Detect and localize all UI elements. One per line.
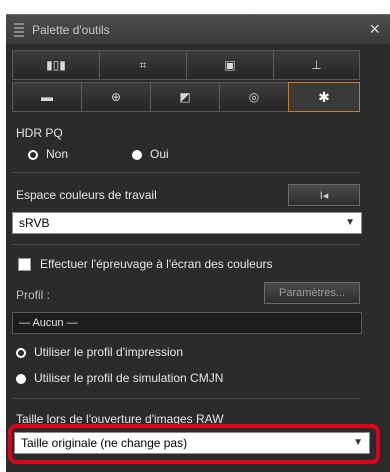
- divider: [12, 172, 360, 173]
- settings-button-label: Paramètres...: [278, 287, 346, 299]
- scrollbar[interactable]: [374, 44, 390, 472]
- reset-arrow-icon: I◂: [319, 189, 329, 202]
- workspace-label: Espace couleurs de travail: [16, 188, 157, 202]
- color-icon: ◎: [248, 90, 260, 104]
- tab-adjust[interactable]: ◩: [150, 82, 219, 112]
- tone-curve-icon: ▮▯▮: [46, 58, 66, 72]
- proof-option-cmyk-label: Utiliser le profil de simulation CMJN: [34, 371, 224, 385]
- proof-option-print[interactable]: Utiliser le profil d'impression: [16, 345, 183, 359]
- tool-tabs-row1: ▮▯▮ ⌗ ▣ ⊥: [12, 50, 360, 80]
- zoom-detail-icon: ⊕: [110, 90, 122, 104]
- settings-button[interactable]: Paramètres...: [264, 282, 360, 304]
- palette-panel: ▮▯▮ ⌗ ▣ ⊥ ▬ ⊕ ◩ ◎ ✱ HDR PQ Non Oui Espac…: [6, 44, 390, 472]
- proof-option-cmyk[interactable]: Utiliser le profil de simulation CMJN: [16, 371, 223, 385]
- proof-option-print-label: Utiliser le profil d'impression: [34, 345, 184, 359]
- chevron-down-icon: ▼: [345, 217, 355, 228]
- hdr-option-non-label: Non: [46, 147, 69, 161]
- tab-level[interactable]: ⊥: [273, 50, 360, 80]
- gradient-icon: ▬: [41, 90, 53, 104]
- proof-checkbox[interactable]: [18, 258, 31, 271]
- workspace-select[interactable]: sRVB ▼: [12, 212, 362, 234]
- divider: [12, 244, 360, 245]
- window-title: Palette d'outils: [32, 23, 110, 37]
- hdr-option-non[interactable]: Non: [28, 147, 68, 161]
- hdr-pq-label: HDR PQ: [16, 126, 63, 140]
- workspace-select-value: sRVB: [19, 216, 50, 230]
- crop-icon: ⌗: [139, 57, 147, 72]
- tab-crop[interactable]: ⌗: [99, 50, 186, 80]
- gear-icon: ✱: [318, 88, 330, 105]
- radio-selected-icon[interactable]: [16, 373, 26, 384]
- title-bar[interactable]: Palette d'outils ×: [6, 14, 390, 45]
- tab-image[interactable]: ▣: [186, 50, 273, 80]
- tab-tone-curve[interactable]: ▮▯▮: [12, 50, 99, 80]
- tab-settings[interactable]: ✱: [288, 82, 360, 112]
- workspace-reset-button[interactable]: I◂: [288, 184, 360, 206]
- tool-palette-window: Palette d'outils × ▮▯▮ ⌗ ▣ ⊥ ▬ ⊕ ◩ ◎ ✱ H…: [0, 0, 390, 472]
- tool-tabs-row2: ▬ ⊕ ◩ ◎ ✱: [12, 82, 360, 112]
- grip-icon[interactable]: [14, 23, 24, 37]
- tab-gradient[interactable]: ▬: [12, 82, 81, 112]
- radio-selected-icon[interactable]: [132, 149, 142, 160]
- close-icon[interactable]: ×: [369, 19, 380, 39]
- hdr-option-oui[interactable]: Oui: [132, 147, 169, 161]
- divider: [12, 398, 360, 399]
- image-icon: ▣: [224, 58, 236, 72]
- tab-detail[interactable]: ⊕: [81, 82, 150, 112]
- tab-color[interactable]: ◎: [219, 82, 288, 112]
- radio-unselected-icon[interactable]: [16, 347, 26, 358]
- radio-unselected-icon[interactable]: [28, 149, 38, 160]
- profile-select-value: — Aucun —: [19, 317, 78, 329]
- profile-label: Profil :: [16, 288, 51, 302]
- adjust-icon: ◩: [179, 90, 191, 104]
- proof-checkbox-label: Effectuer l'épreuvage à l'écran des coul…: [40, 257, 273, 271]
- hdr-option-oui-label: Oui: [150, 147, 169, 161]
- profile-select[interactable]: — Aucun —: [12, 312, 362, 334]
- highlight-frame: [8, 424, 380, 464]
- level-icon: ⊥: [311, 58, 322, 72]
